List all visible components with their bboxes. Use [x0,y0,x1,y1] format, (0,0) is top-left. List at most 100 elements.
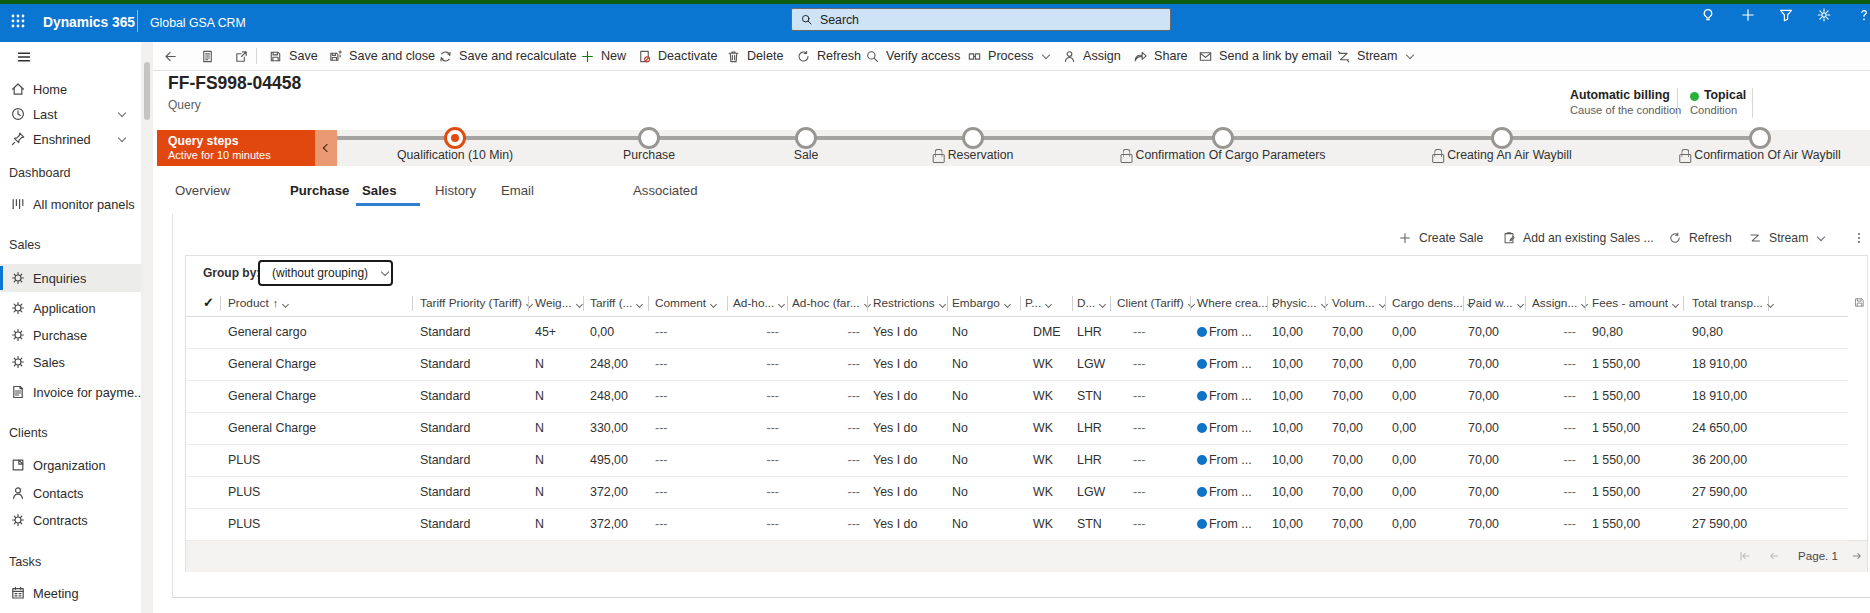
table-row[interactable]: General cargoStandard45+0,00---------Yes… [186,316,1848,348]
form-switcher-button[interactable] [200,42,215,70]
column-header-p[interactable]: P... [1025,290,1051,316]
sidebar-item-last[interactable]: Last [0,100,141,128]
tab-associated[interactable]: Associated [633,183,698,198]
back-button[interactable] [163,42,178,70]
help-icon[interactable] [1856,7,1870,23]
tab-history[interactable]: History [435,183,476,198]
column-header-assign[interactable]: Assign... [1532,290,1587,316]
column-header-tariff_priority[interactable]: Tariff Priority (Tariff) [420,290,532,316]
column-header-total[interactable]: Total transp... [1692,290,1773,316]
tab-purchase[interactable]: Purchase [290,183,349,198]
send-link-button[interactable]: Send a link by email [1198,42,1332,70]
column-header-adhoc[interactable]: Ad-ho... [733,290,784,316]
column-header-weight[interactable]: Weig... [535,290,582,316]
product-name[interactable]: Dynamics 365 [43,13,135,33]
refresh-button[interactable]: Refresh [796,42,861,70]
bpf-stage-circle[interactable] [1212,127,1234,149]
column-header-where_created[interactable]: Where crea... [1197,290,1278,316]
table-row[interactable]: General ChargeStandardN248,00---------Ye… [186,348,1848,380]
bpf-stage-label[interactable]: Purchase [623,147,675,163]
table-row[interactable]: PLUSStandardN372,00---------Yes I doNoWK… [186,508,1848,540]
sidebar-item-organization[interactable]: Organization [0,451,141,479]
plus-icon[interactable] [1740,7,1756,23]
filter-icon[interactable] [1778,7,1794,23]
delete-button[interactable]: Delete [726,42,783,70]
tab-sales[interactable]: Sales [362,183,396,198]
add-existing-sales-button[interactable]: Add an existing Sales ... [1502,224,1654,252]
column-header-density[interactable]: Cargo dens... [1392,290,1473,316]
column-header-paid[interactable]: Paid w... [1468,290,1523,316]
column-header-product[interactable]: Product↑ [228,290,288,316]
pager-next-page-icon[interactable] [1850,549,1864,563]
bpf-collapse-button[interactable] [315,130,337,166]
process-button[interactable]: Process [967,42,1049,70]
stream-grid-button[interactable]: Stream [1748,224,1824,252]
sidebar-item-sales[interactable]: Sales [0,348,141,376]
bpf-stage-label[interactable]: Qualification (10 Min) [397,147,513,163]
column-header-physical[interactable]: Physic... [1272,290,1327,316]
table-row[interactable]: General ChargeStandardN248,00---------Ye… [186,380,1848,412]
app-name[interactable]: Global GSA CRM [150,14,246,32]
save-and-close-button[interactable]: Save and close [328,42,435,70]
sidebar-scrollbar-track[interactable] [141,42,153,613]
column-header-check[interactable]: ✓ [203,290,214,316]
sidebar-item-all-monitor-panels[interactable]: All monitor panels [0,190,141,218]
create-sale-button[interactable]: Create Sale [1398,224,1483,252]
sidebar-item-invoice-for-payme-[interactable]: Invoice for payme... [0,378,141,406]
bpf-active-stage-box[interactable]: Query stepsActive for 10 minutes [157,130,315,166]
table-row[interactable]: General ChargeStandardN330,00---------Ye… [186,412,1848,444]
bpf-stage-circle[interactable] [962,127,984,149]
sidebar-item-purchase[interactable]: Purchase [0,321,141,349]
more-commands-button[interactable] [1852,224,1866,252]
column-header-volume[interactable]: Volum... [1332,290,1385,316]
save-button[interactable]: Save [268,42,318,70]
bpf-stage-circle[interactable] [638,127,660,149]
sidebar-item-enquiries[interactable]: Enquiries [0,264,141,292]
bpf-stage-circle[interactable] [795,127,817,149]
search-input[interactable]: Search [791,8,1171,31]
assign-button[interactable]: Assign [1062,42,1121,70]
bpf-stage-label[interactable]: Reservation [933,147,1014,163]
save-and-recalculate-button[interactable]: Save and recalculate [438,42,577,70]
sidebar-item-application[interactable]: Application [0,294,141,322]
new-button[interactable]: New [580,42,626,70]
bpf-stage-label[interactable]: Confirmation Of Air Waybill [1679,147,1840,163]
tab-email[interactable]: Email [501,183,534,198]
column-header-embargo[interactable]: Embargo [952,290,1010,316]
sidebar-scrollbar-thumb[interactable] [144,62,150,120]
deactivate-button[interactable]: Deactivate [637,42,718,70]
pager-previous-page-icon[interactable] [1767,549,1781,563]
column-header-adhoc_far[interactable]: Ad-hoc (far... [792,290,870,316]
table-row[interactable]: PLUSStandardN372,00---------Yes I doNoWK… [186,476,1848,508]
bpf-stage-label[interactable]: Sale [794,147,819,163]
bpf-stage-circle[interactable] [444,127,466,149]
lightbulb-icon[interactable] [1700,7,1716,23]
bpf-stage-circle[interactable] [1491,127,1513,149]
tab-overview[interactable]: Overview [175,183,230,198]
column-header-client[interactable]: Client (Tariff) [1117,290,1194,316]
pager-first-page-icon[interactable] [1738,549,1752,563]
sidebar-item-contracts[interactable]: Contracts [0,506,141,534]
sidebar-item-meeting[interactable]: Meeting [0,579,141,607]
column-header-restrictions[interactable]: Restrictions [873,290,945,316]
column-header-tariff[interactable]: Tariff (... [590,290,642,316]
waffle-menu-icon[interactable] [10,13,26,29]
sitemap-toggle-button[interactable] [0,43,141,71]
verify-access-button[interactable]: Verify access [865,42,960,70]
column-header-comment[interactable]: Comment [655,290,716,316]
bpf-stage-label[interactable]: Creating An Air Waybill [1432,147,1572,163]
gear-icon[interactable] [1816,7,1832,23]
sidebar-item-enshrined[interactable]: Enshrined [0,125,141,153]
sidebar-item-contacts[interactable]: Contacts [0,479,141,507]
popout-button[interactable] [234,42,249,70]
table-row[interactable]: PLUSStandardN495,00---------Yes I doNoWK… [186,444,1848,476]
refresh-grid-button[interactable]: Refresh [1668,224,1732,252]
group-by-dropdown[interactable]: (without grouping) [258,260,393,286]
grid-save-icon[interactable] [1853,296,1866,309]
bpf-stage-circle[interactable] [1749,127,1771,149]
stream-button[interactable]: Stream [1336,42,1413,70]
sidebar-item-home[interactable]: Home [0,75,141,103]
bpf-stage-label[interactable]: Confirmation Of Cargo Parameters [1121,147,1326,163]
share-button[interactable]: Share [1133,42,1188,70]
column-header-d[interactable]: D... [1077,290,1105,316]
